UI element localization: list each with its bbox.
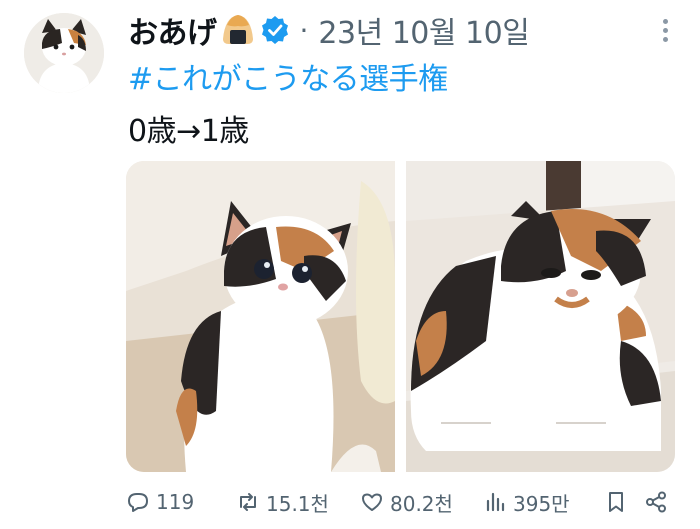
repost-icon bbox=[240, 493, 256, 511]
repost-count: 15.1천 bbox=[266, 491, 329, 516]
views-button[interactable]: 395만 bbox=[483, 488, 570, 517]
analytics-icon bbox=[486, 492, 505, 512]
reply-icon bbox=[128, 493, 148, 512]
rice-ball-emoji-icon bbox=[221, 13, 255, 47]
hashtag-link[interactable]: #これがこうなる選手権 bbox=[128, 54, 448, 98]
adult-cat-photo[interactable] bbox=[406, 161, 675, 472]
reply-button[interactable]: 119 bbox=[126, 490, 194, 514]
kitten-photo[interactable] bbox=[126, 161, 395, 472]
more-options-icon[interactable] bbox=[650, 12, 680, 48]
media-grid bbox=[126, 161, 675, 472]
views-count: 395만 bbox=[513, 491, 570, 516]
display-name[interactable]: おあげ bbox=[128, 8, 217, 52]
bookmark-icon bbox=[609, 492, 623, 512]
avatar[interactable] bbox=[24, 13, 104, 93]
verified-badge-icon bbox=[260, 15, 290, 45]
tweet-actions: 119 15.1천 80.2천 395만 bbox=[126, 482, 674, 522]
heart-icon bbox=[362, 493, 382, 511]
timestamp[interactable]: 23년 10월 10일 bbox=[318, 8, 529, 52]
tweet-header: おあげ · 23년 10월 10일 bbox=[128, 8, 684, 52]
like-count: 80.2천 bbox=[390, 491, 453, 516]
repost-button[interactable]: 15.1천 bbox=[236, 488, 329, 517]
share-icon bbox=[646, 491, 666, 513]
share-button[interactable] bbox=[644, 490, 674, 514]
avatar-cat-image bbox=[24, 13, 104, 93]
reply-count: 119 bbox=[156, 490, 195, 514]
tweet-text: 0歳→1歳 bbox=[128, 114, 249, 149]
bookmark-button[interactable] bbox=[604, 490, 634, 514]
like-button[interactable]: 80.2천 bbox=[360, 488, 453, 517]
header-separator: · bbox=[299, 13, 309, 47]
